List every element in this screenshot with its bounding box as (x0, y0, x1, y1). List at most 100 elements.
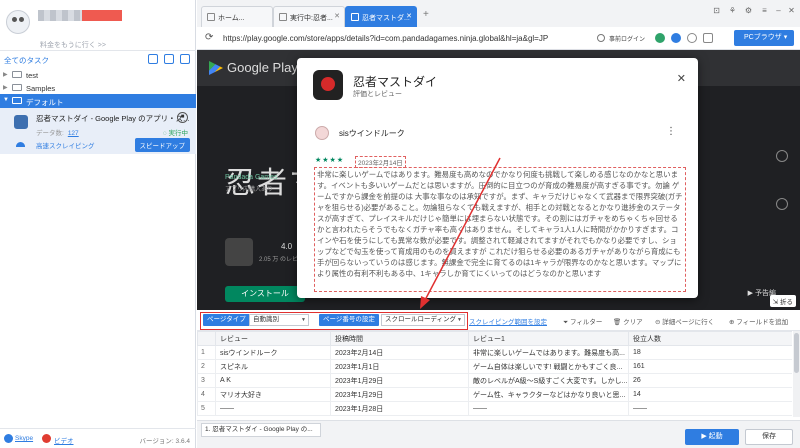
shield-icon[interactable] (671, 33, 681, 43)
upgrade-link[interactable]: 料金をもうに行く >> (40, 40, 106, 50)
task-status: ◌ 実行中 (163, 127, 188, 137)
tab-ninja-page[interactable]: 忍者マストダ... ✕ (345, 6, 417, 27)
folder-samples[interactable]: ▶ Samples (0, 81, 196, 95)
app-icon (225, 238, 253, 266)
speedometer-icon (16, 142, 25, 147)
user-avatar[interactable] (6, 10, 30, 34)
table-row[interactable]: 4 マリオ大好き 2023年1月29日 ゲーム性、キャラクターなどはかなり良いと… (197, 387, 792, 402)
tab-running[interactable]: 実行中:忍者... ✕ (273, 6, 345, 27)
task-item[interactable]: 忍者マストダイ - Google Play のアプリ・ス... ■ データ数: 1… (0, 108, 196, 154)
all-tasks-label[interactable]: 全てのタスク (4, 55, 49, 66)
close-icon[interactable]: ✕ (406, 12, 412, 20)
reviews-dialog[interactable]: 忍者マストダイ 評価とレビュー ✕ sisウインドルーク ⋮ ★★★★ 2023… (297, 58, 698, 298)
table-cell: ―― (215, 401, 331, 416)
filter-button[interactable]: ⏷ フィルター (563, 316, 602, 327)
chevron-down-icon: ▼ (457, 317, 462, 323)
video-link[interactable]: ビデオ (54, 435, 74, 445)
column-header[interactable]: 役立人数 (628, 331, 792, 346)
bug-icon[interactable]: ⚘ (728, 6, 737, 15)
review-text[interactable]: 非常に楽しいゲームではあります。難易度も高めなのでかなり何度も挑戦して楽しめる感… (314, 167, 686, 292)
play-icon: ▶ (747, 290, 755, 297)
run-button[interactable]: ▶ 起動 (685, 429, 739, 445)
page-setting-select[interactable]: スクロールローディング ▼ (381, 314, 465, 326)
clear-button[interactable]: 🗑 クリア (613, 316, 643, 326)
table-cell: ―― (628, 401, 792, 416)
more-options-icon[interactable]: ⋮ (666, 126, 676, 137)
stop-task-icon[interactable]: ■ (177, 112, 188, 123)
extension-icon[interactable] (655, 33, 665, 43)
folder-test[interactable]: ▶ test (0, 68, 196, 82)
table-cell: 161 (628, 359, 792, 374)
search-task-icon[interactable] (180, 54, 190, 64)
page-type-select[interactable]: 自動識別 ▼ (249, 314, 309, 326)
collapse-icon: ⇲ (772, 299, 780, 306)
detail-page-button[interactable]: ⊝ 詳細ページに行く (655, 316, 714, 326)
table-header-row: レビュー 投稿時間 レビュー1 役立人数 (197, 331, 792, 346)
add-field-button[interactable]: ⊕ フィールドを追加 (729, 316, 788, 326)
table-row[interactable]: 3 A K 2023年1月29日 敵のレベルがA級～S級すごく大変です。しかし.… (197, 373, 792, 388)
pc-browser-dropdown[interactable]: PCブラウザ ▾ (734, 30, 794, 46)
task-title: 忍者マストダイ - Google Play のアプリ・ス... (36, 114, 190, 123)
table-cell: 2023年1月29日 (330, 387, 469, 402)
tab-home[interactable]: ホーム... (201, 6, 273, 27)
table-row[interactable]: 1 sisウインドルーク 2023年2月14日 非常に楽しいゲームではあります。… (197, 345, 792, 360)
page-type-value: 自動識別 (253, 316, 279, 323)
reviewer-name[interactable]: sisウインドルーク (339, 128, 405, 139)
filter-icon: ⏷ (563, 319, 571, 326)
star-rating: ★★★★ (315, 157, 345, 164)
data-count-link[interactable]: 127 (68, 130, 79, 137)
bottom-bar: 1. 忍者マストダイ - Google Play の... ▶ 起動 保存 (197, 420, 800, 448)
row-index: 4 (197, 387, 216, 402)
column-header[interactable]: レビュー (215, 331, 331, 346)
reload-icon[interactable]: ⟳ (205, 32, 213, 43)
table-scrollbar[interactable] (793, 331, 800, 417)
url-input[interactable]: https://play.google.com/store/apps/detai… (223, 31, 603, 46)
new-tab-icon[interactable]: + (423, 9, 429, 20)
table-row[interactable]: 2 スピネル 2023年1月1日 ゲーム自体は楽しいです! 戦闘とかもすごく良.… (197, 359, 792, 374)
dialog-subtitle: 評価とレビュー (353, 91, 402, 98)
menu-icon[interactable]: ≡ (760, 6, 769, 15)
reviewer-avatar (315, 126, 329, 140)
scroll-arrow-icon[interactable] (776, 198, 788, 210)
developer-name[interactable]: Pandada Games (225, 174, 278, 181)
column-header[interactable]: 投稿時間 (330, 331, 469, 346)
install-button[interactable]: インストール (225, 286, 305, 302)
save-button[interactable]: 保存 (745, 429, 793, 445)
scrape-toolbar: ページタイプ 自動識別 ▼ ページ番号の設定 スクロールローディング ▼ スクレイピ… (197, 311, 800, 331)
share-icon[interactable] (776, 150, 788, 162)
account-icon[interactable]: ⊡ (712, 6, 721, 15)
scrape-range-link[interactable]: スクレイピング範囲を設定 (469, 316, 547, 326)
detail-label: 詳細ページに行く (662, 319, 715, 326)
browser-tabstrip: ホーム... 実行中:忍者... ✕ 忍者マストダ... ✕ + ⊡ ⚘ ⚙ ≡… (197, 0, 800, 27)
table-cell: 2023年2月14日 (330, 345, 469, 360)
folder-default[interactable]: ▼ デフォルト (0, 94, 196, 108)
trash-icon: 🗑 (613, 319, 624, 326)
robot-icon (14, 115, 28, 129)
skype-icon[interactable] (4, 434, 13, 443)
page-setting-label: ページ番号の設定 (319, 314, 379, 326)
column-header[interactable]: レビュー1 (468, 331, 629, 346)
minimize-icon[interactable]: – (774, 6, 783, 15)
new-task-icon[interactable] (148, 54, 158, 64)
video-icon[interactable] (42, 434, 51, 443)
clear-label: クリア (623, 319, 643, 326)
prelogin-button[interactable]: 事前ログイン (609, 34, 645, 43)
import-icon[interactable] (164, 54, 174, 64)
skype-link[interactable]: Skype (15, 435, 33, 442)
workflow-step-tab[interactable]: 1. 忍者マストダイ - Google Play の... (201, 423, 321, 437)
gear-icon[interactable]: ⚙ (744, 6, 753, 15)
user-plan-redacted (82, 10, 122, 21)
version-label: バージョン: 3.6.4 (139, 438, 190, 445)
close-icon[interactable]: ✕ (677, 72, 686, 85)
collapse-button[interactable]: ⇲ 折る (769, 295, 796, 307)
row-index: 2 (197, 359, 216, 374)
table-row[interactable]: 5 ―― 2023年1月28日 ―― ―― (197, 401, 792, 416)
speed-up-button[interactable]: スピードアップ (134, 138, 190, 152)
table-cell: 14 (628, 387, 792, 402)
close-window-icon[interactable]: ✕ (787, 6, 796, 15)
screenshot-icon[interactable] (703, 33, 713, 43)
filter-label: フィルター (570, 319, 603, 326)
close-icon[interactable]: ✕ (334, 12, 340, 20)
cursor-icon[interactable] (687, 33, 697, 43)
table-cell: 26 (628, 373, 792, 388)
